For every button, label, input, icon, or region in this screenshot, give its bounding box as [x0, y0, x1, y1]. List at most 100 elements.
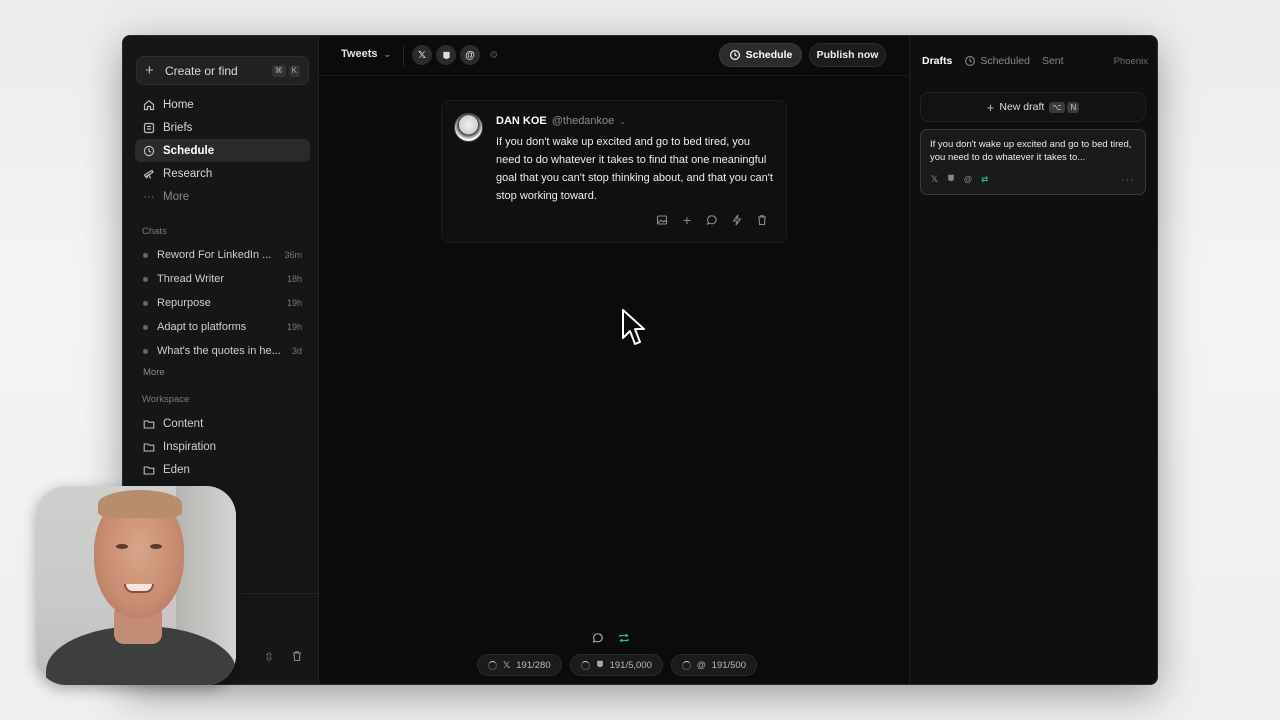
kbd-n: N: [1067, 102, 1080, 113]
chat-time: 19h: [286, 298, 302, 308]
sidebar-item-label: Home: [163, 98, 194, 111]
schedule-button[interactable]: Schedule: [719, 43, 802, 67]
kbd-cmd: ⌘: [271, 64, 286, 77]
linkedin-char-counter: 191/5,000: [569, 654, 663, 676]
more-options-icon[interactable]: ···: [1121, 174, 1135, 186]
counter-value: 191/280: [516, 659, 551, 671]
workspace-folder-inspiration[interactable]: Inspiration: [135, 435, 310, 458]
chevron-updown-icon[interactable]: ⇳: [264, 650, 274, 664]
more-icon: ···: [143, 190, 155, 203]
chat-title: Reword For LinkedIn ...: [157, 249, 272, 261]
drafts-tabs: Drafts Scheduled Sent Phoenix: [922, 55, 1148, 67]
sidebar-nav: Home Briefs Schedule Research ··· More: [135, 93, 310, 208]
trash-icon[interactable]: [291, 650, 303, 665]
author-avatar: [454, 113, 483, 142]
post-type-value: Tweets: [341, 48, 378, 60]
progress-ring-icon: [580, 660, 590, 670]
chat-time: 3d: [291, 346, 302, 356]
webcam-overlay: [36, 486, 236, 685]
chevron-down-icon: ⌄: [383, 48, 392, 59]
kbd-option: ⌥: [1049, 102, 1065, 113]
workspace-folder-label: Content: [163, 417, 204, 430]
post-type-select[interactable]: Tweets ⌄: [341, 48, 391, 60]
workspace-folder-content[interactable]: Content: [135, 412, 310, 435]
repost-icon: ⇄: [981, 174, 989, 184]
sidebar-item-schedule[interactable]: Schedule: [135, 139, 310, 162]
sidebar-item-label: Schedule: [163, 144, 215, 157]
comment-icon[interactable]: [706, 214, 718, 226]
publish-now-button[interactable]: Publish now: [809, 43, 886, 67]
chat-dot-icon: [143, 324, 148, 330]
x-char-counter: 𝕏 191/280: [477, 654, 562, 676]
threads-icon: @: [963, 174, 973, 184]
progress-ring-icon: [681, 660, 691, 670]
webcam-person-mouth: [124, 584, 154, 593]
add-icon[interactable]: +: [681, 212, 693, 228]
chat-item[interactable]: What's the quotes in he... 3d: [135, 339, 310, 363]
chevron-down-icon: ⌄: [619, 116, 626, 126]
lightning-icon[interactable]: [731, 214, 743, 226]
folder-icon: [143, 441, 155, 453]
tab-sent[interactable]: Sent: [1042, 55, 1064, 67]
counter-value: 191/5,000: [609, 659, 652, 671]
chat-dot-icon: [143, 300, 148, 306]
chat-time: 36m: [284, 250, 302, 260]
x-platform-icon[interactable]: 𝕏: [412, 45, 432, 65]
chat-title: What's the quotes in he...: [157, 345, 281, 357]
briefs-icon: [143, 122, 155, 134]
kbd-k: K: [288, 64, 300, 77]
schedule-button-label: Schedule: [745, 49, 793, 61]
trash-icon[interactable]: [756, 214, 768, 226]
image-icon[interactable]: [656, 214, 668, 226]
workspace-section-label: Workspace: [142, 394, 190, 405]
tab-drafts[interactable]: Drafts: [922, 55, 952, 67]
chats-section-label: Chats: [142, 226, 167, 237]
chat-dot-icon: [143, 348, 148, 354]
workspace-folder-label: Eden: [163, 463, 190, 476]
editor-area: Tweets ⌄ 𝕏 @ ⚙ Schedule Publish now DAN …: [319, 36, 909, 684]
chat-title: Repurpose: [157, 297, 211, 309]
chat-item[interactable]: Repurpose 19h: [135, 291, 310, 315]
shortcut-hint: ⌘ K: [271, 64, 300, 77]
folder-icon: [143, 418, 155, 430]
clock-icon: [964, 55, 976, 67]
new-draft-label: New draft: [999, 101, 1045, 113]
linkedin-platform-icon[interactable]: [436, 45, 456, 65]
plus-icon: +: [986, 99, 995, 115]
threads-icon: @: [696, 660, 706, 670]
clock-icon: [143, 145, 155, 157]
chats-more-link[interactable]: More: [143, 367, 165, 378]
sidebar-item-research[interactable]: Research: [135, 162, 310, 185]
chat-item[interactable]: Reword For LinkedIn ... 36m: [135, 243, 310, 267]
chat-item[interactable]: Thread Writer 18h: [135, 267, 310, 291]
webcam-person-hair: [98, 490, 182, 518]
workspace-list: Content Inspiration Eden: [135, 412, 310, 481]
chat-time: 19h: [286, 322, 302, 332]
clock-icon: [729, 49, 741, 61]
threads-platform-icon[interactable]: @: [460, 45, 480, 65]
chat-item[interactable]: Adapt to platforms 19h: [135, 315, 310, 339]
sidebar-item-home[interactable]: Home: [135, 93, 310, 116]
chat-title: Adapt to platforms: [157, 321, 247, 333]
toolbar-divider: [403, 46, 404, 66]
tab-scheduled[interactable]: Scheduled: [964, 55, 1030, 67]
create-or-find-button[interactable]: + Create or find ⌘ K: [136, 56, 309, 85]
workspace-folder-eden[interactable]: Eden: [135, 458, 310, 481]
sidebar-item-more[interactable]: ··· More: [135, 185, 310, 208]
tweet-text-input[interactable]: If you don't wake up excited and go to b…: [496, 133, 776, 205]
new-draft-button[interactable]: + New draft ⌥ N: [920, 92, 1146, 122]
draft-item[interactable]: If you don't wake up excited and go to b…: [920, 129, 1146, 195]
telescope-icon: [143, 168, 155, 180]
workspace-name[interactable]: Phoenix: [1114, 56, 1148, 67]
tweet-editor-card[interactable]: DAN KOE @thedankoe ⌄ If you don't wake u…: [441, 100, 787, 243]
repost-icon[interactable]: [618, 632, 630, 644]
author-line[interactable]: DAN KOE @thedankoe ⌄: [496, 115, 626, 127]
sidebar-item-label: Briefs: [163, 121, 193, 134]
comment-icon[interactable]: [592, 632, 604, 644]
chat-dot-icon: [143, 252, 148, 258]
sidebar-item-briefs[interactable]: Briefs: [135, 116, 310, 139]
character-counters: 𝕏 191/280 191/5,000 @ 191/500: [477, 654, 757, 676]
x-icon: 𝕏: [931, 174, 938, 184]
counter-value: 191/500: [711, 659, 746, 671]
settings-gear-icon[interactable]: ⚙: [484, 45, 504, 65]
